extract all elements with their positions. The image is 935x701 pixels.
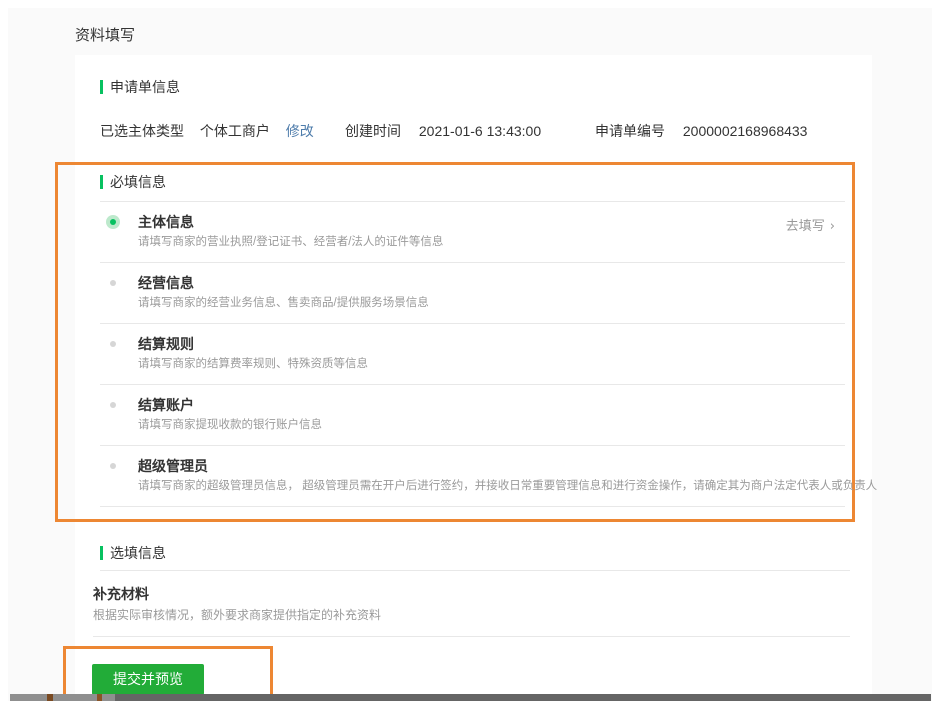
application-info-section: 申请单信息 已选主体类型 个体工商户 修改 创建时间 2021-01-6 13:… bbox=[75, 55, 872, 141]
step-title: 补充材料 bbox=[93, 586, 149, 602]
step-title: 经营信息 bbox=[138, 275, 194, 291]
section-marker-icon bbox=[100, 546, 103, 560]
section-marker-icon bbox=[100, 175, 103, 189]
subject-type-label: 已选主体类型 bbox=[100, 123, 184, 139]
radio-unselected-icon bbox=[110, 341, 116, 347]
optional-info-header: 选填信息 bbox=[100, 544, 850, 562]
form-card: 申请单信息 已选主体类型 个体工商户 修改 创建时间 2021-01-6 13:… bbox=[55, 55, 877, 699]
modify-link[interactable]: 修改 bbox=[286, 123, 314, 139]
optional-info-section: 选填信息 补充材料 根据实际审核情况，额外要求商家提供指定的补充资料 bbox=[75, 522, 872, 637]
step-item-settlement-account: 结算账户 请填写商家提现收款的银行账户信息 bbox=[100, 385, 845, 446]
created-time-group: 创建时间 2021-01-6 13:43:00 bbox=[345, 121, 595, 141]
optional-info-title: 选填信息 bbox=[110, 545, 166, 561]
step-desc: 请填写商家的超级管理员信息， 超级管理员需在开户后进行签约，并接收日常重要管理信… bbox=[138, 480, 878, 492]
bottom-bar-notch bbox=[97, 694, 102, 701]
application-number-label: 申请单编号 bbox=[595, 123, 665, 139]
step-item-super-admin: 超级管理员 请填写商家的超级管理员信息， 超级管理员需在开户后进行签约，并接收日… bbox=[100, 446, 878, 507]
step-item-business: 经营信息 请填写商家的经营业务信息、售卖商品/提供服务场景信息 bbox=[100, 263, 845, 324]
bottom-bar bbox=[10, 694, 931, 701]
step-item-subject[interactable]: 主体信息 请填写商家的营业执照/登记证书、经营者/法人的证件等信息 去填写 › bbox=[100, 202, 845, 263]
application-info-row: 已选主体类型 个体工商户 修改 创建时间 2021-01-6 13:43:00 … bbox=[100, 121, 850, 141]
step-desc: 请填写商家提现收款的银行账户信息 bbox=[138, 419, 322, 431]
step-title: 主体信息 bbox=[138, 214, 194, 230]
step-title: 结算账户 bbox=[138, 397, 194, 413]
step-title: 超级管理员 bbox=[138, 458, 208, 474]
created-time-value: 2021-01-6 13:43:00 bbox=[418, 123, 542, 139]
chevron-right-icon: › bbox=[829, 219, 835, 234]
radio-selected-icon bbox=[106, 215, 120, 229]
subject-type-value: 个体工商户 bbox=[199, 123, 270, 139]
step-desc: 请填写商家的营业执照/登记证书、经营者/法人的证件等信息 bbox=[138, 236, 444, 248]
application-number-group: 申请单编号 2000002168968433 bbox=[595, 121, 807, 141]
step-desc: 根据实际审核情况，额外要求商家提供指定的补充资料 bbox=[93, 608, 382, 622]
application-number-value: 2000002168968433 bbox=[682, 123, 808, 139]
step-desc: 请填写商家的结算费率规则、特殊资质等信息 bbox=[138, 358, 368, 370]
created-time-label: 创建时间 bbox=[345, 123, 401, 139]
supplementary-material-item: 补充材料 根据实际审核情况，额外要求商家提供指定的补充资料 bbox=[93, 571, 850, 637]
step-item-settlement-rules: 结算规则 请填写商家的结算费率规则、特殊资质等信息 bbox=[100, 324, 845, 385]
application-info-title: 申请单信息 bbox=[110, 79, 180, 95]
required-info-header: 必填信息 bbox=[100, 173, 845, 191]
required-info-title: 必填信息 bbox=[110, 174, 166, 190]
application-info-header: 申请单信息 bbox=[100, 78, 850, 96]
bottom-bar-notch bbox=[47, 694, 53, 701]
step-title: 结算规则 bbox=[138, 336, 194, 352]
highlight-box-submit: 提交并预览 bbox=[63, 646, 273, 699]
highlight-box-required: 必填信息 主体信息 请填写商家的营业执照/登记证书、经营者/法人的证件等信息 去… bbox=[55, 162, 878, 522]
section-marker-icon bbox=[100, 80, 103, 94]
go-fill-link[interactable]: 去填写 › bbox=[786, 215, 835, 234]
page-title: 资料填写 bbox=[75, 27, 136, 44]
radio-unselected-icon bbox=[110, 280, 116, 286]
subject-type-group: 已选主体类型 个体工商户 修改 bbox=[100, 121, 345, 141]
submit-preview-button[interactable]: 提交并预览 bbox=[92, 664, 204, 695]
radio-unselected-icon bbox=[110, 402, 116, 408]
radio-unselected-icon bbox=[110, 463, 116, 469]
step-desc: 请填写商家的经营业务信息、售卖商品/提供服务场景信息 bbox=[138, 297, 429, 309]
